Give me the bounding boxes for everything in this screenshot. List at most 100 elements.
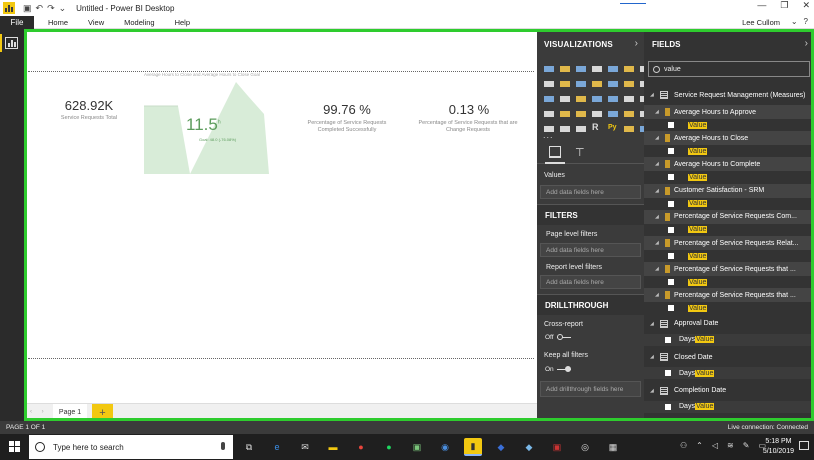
- visual-type-icon[interactable]: [592, 93, 602, 102]
- redo-icon[interactable]: ↷: [47, 3, 55, 14]
- field-measure-group[interactable]: ◢ Customer Satisfaction - SRM: [644, 183, 814, 198]
- expand-triangle-icon[interactable]: ◢: [655, 266, 665, 272]
- field-checkbox[interactable]: [668, 122, 674, 128]
- powerbi-taskbar-icon[interactable]: ▮: [464, 438, 482, 456]
- collapse-chevron-icon[interactable]: ›: [805, 38, 808, 49]
- visual-type-icon[interactable]: [544, 63, 554, 72]
- minimize-button[interactable]: —: [757, 0, 766, 11]
- people-icon[interactable]: ⚇: [680, 441, 687, 450]
- field-checkbox[interactable]: [665, 336, 671, 343]
- visual-type-icon[interactable]: [608, 108, 618, 117]
- visual-type-icon[interactable]: [544, 78, 554, 87]
- wifi-icon[interactable]: ≋: [727, 441, 734, 450]
- cross-report-toggle[interactable]: Off: [545, 334, 571, 341]
- visual-type-icon[interactable]: [592, 108, 602, 117]
- visual-type-icon[interactable]: [576, 123, 586, 132]
- visual-type-icon[interactable]: [544, 108, 554, 117]
- python-visual-icon[interactable]: Py: [608, 123, 618, 132]
- edge-icon[interactable]: e: [268, 438, 286, 456]
- expand-triangle-icon[interactable]: ◢: [655, 214, 665, 220]
- field-checkbox[interactable]: [668, 174, 674, 181]
- page-filters-drop-zone[interactable]: Add data fields here: [540, 243, 641, 257]
- field-measure-group[interactable]: ◢ Average Hours to Close: [644, 131, 814, 146]
- spotify-icon[interactable]: ●: [380, 438, 398, 456]
- visual-type-icon[interactable]: [576, 63, 586, 72]
- field-measure-group[interactable]: ◢ Average Hours to Complete: [644, 157, 814, 172]
- maximize-button[interactable]: ❐: [780, 0, 788, 11]
- pen-icon[interactable]: ✎: [743, 441, 750, 450]
- expand-triangle-icon[interactable]: ◢: [655, 188, 665, 194]
- app-icon[interactable]: ▣: [548, 438, 566, 456]
- field-item[interactable]: Days Value: [644, 400, 814, 413]
- expand-triangle-icon[interactable]: ◢: [650, 388, 660, 394]
- field-item[interactable]: Value: [644, 250, 814, 262]
- field-checkbox[interactable]: [665, 370, 671, 377]
- taskbar-search[interactable]: Type here to search: [29, 435, 233, 459]
- r-visual-icon[interactable]: R: [592, 123, 602, 132]
- tab-help[interactable]: Help: [175, 18, 190, 27]
- format-paint-roller-icon[interactable]: ⊤: [575, 146, 585, 159]
- report-canvas[interactable]: 628.92K Service Requests Total Average H…: [24, 29, 537, 403]
- expand-triangle-icon[interactable]: ◢: [655, 161, 665, 167]
- card-value[interactable]: 628.92K: [54, 98, 124, 113]
- undo-icon[interactable]: ↶: [36, 3, 44, 14]
- app-icon[interactable]: ◎: [576, 438, 594, 456]
- page-tab[interactable]: Page 1: [53, 404, 87, 421]
- page-nav-arrows[interactable]: ‹ ›: [30, 409, 48, 415]
- field-measure-group[interactable]: ◢ Percentage of Service Requests Com...: [644, 209, 814, 224]
- fields-search-input[interactable]: value: [648, 61, 810, 77]
- keep-filters-toggle[interactable]: On: [545, 366, 571, 373]
- field-table[interactable]: ◢ Approval Date: [644, 317, 814, 331]
- field-item[interactable]: Value: [644, 198, 814, 210]
- tab-home[interactable]: Home: [48, 18, 68, 27]
- save-icon[interactable]: ▣: [23, 3, 32, 14]
- visual-type-icon[interactable]: [624, 123, 634, 132]
- app-icon[interactable]: ▣: [408, 438, 426, 456]
- visual-type-icon[interactable]: [560, 78, 570, 87]
- field-checkbox[interactable]: [668, 279, 674, 286]
- field-checkbox[interactable]: [668, 200, 674, 207]
- microphone-icon[interactable]: [221, 442, 225, 450]
- visual-type-icon[interactable]: [608, 93, 618, 102]
- report-view-icon[interactable]: [5, 37, 18, 49]
- values-drop-zone[interactable]: Add data fields here: [540, 185, 641, 199]
- visual-type-icon[interactable]: [624, 108, 634, 117]
- field-checkbox[interactable]: [668, 253, 674, 259]
- visual-type-icon[interactable]: [608, 78, 618, 87]
- field-item[interactable]: Days Value: [644, 333, 814, 346]
- file-explorer-icon[interactable]: ▬: [324, 438, 342, 456]
- field-checkbox[interactable]: [665, 403, 671, 410]
- visual-type-icon[interactable]: [560, 108, 570, 117]
- visual-type-icon[interactable]: [576, 93, 586, 102]
- fields-well-icon[interactable]: [549, 146, 561, 158]
- task-view-icon[interactable]: ⧉: [240, 438, 258, 456]
- visual-type-icon[interactable]: [592, 63, 602, 72]
- field-measure-group[interactable]: ◢ Average Hours to Approve: [644, 105, 814, 119]
- visual-type-icon[interactable]: [560, 93, 570, 102]
- help-icon[interactable]: ?: [804, 17, 808, 26]
- field-table[interactable]: ◢ Closed Date: [644, 350, 814, 364]
- field-item[interactable]: Value: [644, 224, 814, 236]
- field-item[interactable]: Value: [644, 276, 814, 288]
- card-value[interactable]: 99.76 %: [302, 102, 392, 117]
- field-checkbox[interactable]: [668, 305, 674, 312]
- visual-type-icon[interactable]: [624, 93, 634, 102]
- field-checkbox[interactable]: [668, 226, 674, 233]
- field-measure-group[interactable]: ◢ Percentage of Service Requests that ...: [644, 288, 814, 303]
- chevron-down-icon[interactable]: ⌄: [791, 17, 798, 26]
- visual-type-icon[interactable]: [560, 123, 570, 132]
- field-measure-group[interactable]: ◢ Percentage of Service Requests that ...: [644, 262, 814, 277]
- chevron-up-icon[interactable]: ⌃: [696, 441, 703, 450]
- expand-triangle-icon[interactable]: ◢: [655, 240, 665, 246]
- windows-start-icon[interactable]: [9, 441, 20, 452]
- signin-link[interactable]: [620, 0, 646, 4]
- collapse-chevron-icon[interactable]: ›: [635, 38, 638, 49]
- report-filters-drop-zone[interactable]: Add data fields here: [540, 275, 641, 289]
- mail-icon[interactable]: ✉: [296, 438, 314, 456]
- field-item[interactable]: Value: [644, 171, 814, 183]
- visual-type-icon[interactable]: [624, 63, 634, 72]
- user-name[interactable]: Lee Cullom: [742, 18, 780, 27]
- visual-type-icon[interactable]: [576, 108, 586, 117]
- chrome-icon[interactable]: ●: [352, 438, 370, 456]
- drillthrough-drop-zone[interactable]: Add drillthrough fields here: [540, 381, 641, 397]
